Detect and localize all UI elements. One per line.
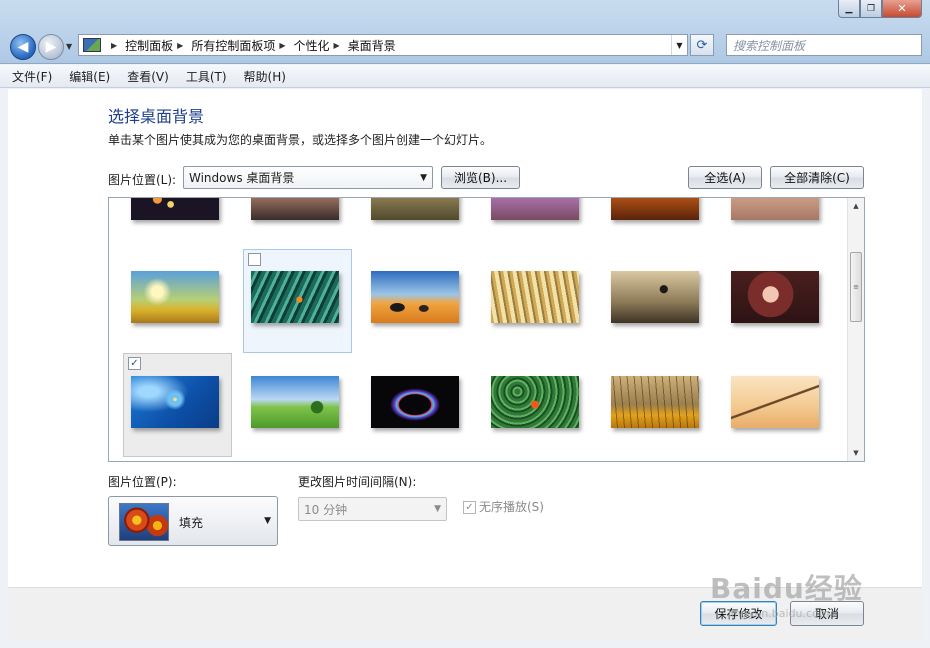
breadcrumb-separator-icon[interactable]: ▶ bbox=[279, 41, 285, 50]
menu-view[interactable]: 查看(V) bbox=[127, 68, 169, 85]
wallpaper-thumbnail[interactable] bbox=[131, 198, 219, 220]
select-all-button[interactable]: 全选(A) bbox=[688, 166, 762, 189]
breadcrumb-separator-icon[interactable]: ▶ bbox=[334, 41, 340, 50]
breadcrumb: ▶ 控制面板 ▶ 所有控制面板项 ▶ 个性化 ▶ 桌面背景 bbox=[107, 37, 396, 54]
search-input[interactable]: 搜索控制面板 bbox=[726, 34, 922, 56]
scroll-up-icon[interactable]: ▲ bbox=[848, 198, 864, 214]
wallpaper-thumbnail[interactable] bbox=[371, 271, 459, 323]
page-subtitle: 单击某个图片使其成为您的桌面背景，或选择多个图片创建一个幻灯片。 bbox=[108, 133, 493, 147]
breadcrumb-all-items[interactable]: 所有控制面板项 bbox=[191, 37, 275, 54]
breadcrumb-separator-icon[interactable]: ▶ bbox=[111, 41, 117, 50]
breadcrumb-control-panel[interactable]: 控制面板 bbox=[125, 37, 173, 54]
wallpaper-thumbnail[interactable] bbox=[131, 271, 219, 323]
wallpaper-thumbnail[interactable] bbox=[611, 198, 699, 220]
close-button[interactable]: ✕ bbox=[882, 0, 922, 18]
back-arrow-icon: ◀ bbox=[17, 39, 29, 55]
wallpaper-thumbnail[interactable] bbox=[131, 376, 219, 428]
title-bar: ▁ ❐ ✕ ◀ ▶ ▼ ▶ 控制面板 ▶ 所有控制面板项 ▶ 个性化 ▶ 桌面背… bbox=[0, 0, 930, 64]
search-placeholder: 搜索控制面板 bbox=[733, 38, 806, 53]
forward-arrow-icon: ▶ bbox=[45, 39, 57, 55]
menu-help[interactable]: 帮助(H) bbox=[244, 68, 286, 85]
baidu-watermark: Baidu经验 jingyan.baidu.com bbox=[710, 545, 890, 620]
wallpaper-thumbnail[interactable] bbox=[731, 271, 819, 323]
wallpaper-thumbnail[interactable] bbox=[251, 376, 339, 428]
back-button[interactable]: ◀ bbox=[10, 34, 36, 60]
wallpaper-thumbnail[interactable] bbox=[491, 271, 579, 323]
menu-file[interactable]: 文件(F) bbox=[12, 68, 52, 85]
menu-edit[interactable]: 编辑(E) bbox=[69, 68, 110, 85]
wallpaper-gallery[interactable]: ✓ ▲ ≡ ▼ bbox=[108, 197, 865, 462]
forward-button[interactable]: ▶ bbox=[38, 34, 64, 60]
wallpaper-thumbnail[interactable] bbox=[251, 198, 339, 220]
chevron-down-icon: ▼ bbox=[434, 504, 441, 514]
browse-button[interactable]: 浏览(B)... bbox=[441, 166, 520, 189]
breadcrumb-personalization[interactable]: 个性化 bbox=[294, 37, 330, 54]
refresh-icon: ⟳ bbox=[696, 37, 708, 53]
interval-label: 更改图片时间间隔(N): bbox=[298, 475, 417, 489]
control-panel-icon bbox=[83, 38, 101, 52]
picture-location-label: 图片位置(L): bbox=[108, 173, 177, 187]
watermark-text: Baidu经验 bbox=[710, 572, 863, 605]
scroll-thumb[interactable]: ≡ bbox=[850, 252, 862, 322]
maximize-button[interactable]: ❐ bbox=[860, 0, 882, 18]
watermark-url: jingyan.baidu.com bbox=[728, 607, 830, 620]
wallpaper-thumbnail[interactable] bbox=[491, 376, 579, 428]
picture-position-label: 图片位置(P): bbox=[108, 475, 177, 489]
main-content: 选择桌面背景 单击某个图片使其成为您的桌面背景，或选择多个图片创建一个幻灯片。 … bbox=[8, 89, 922, 587]
picture-position-value: 填充 bbox=[179, 516, 204, 530]
address-bar[interactable]: ▶ 控制面板 ▶ 所有控制面板项 ▶ 个性化 ▶ 桌面背景 ▼ bbox=[78, 34, 688, 56]
wallpaper-checkbox[interactable]: ✓ bbox=[128, 357, 141, 370]
wallpaper-thumbnail[interactable] bbox=[491, 198, 579, 220]
refresh-button[interactable]: ⟳ bbox=[690, 34, 714, 56]
wallpaper-thumbnail[interactable] bbox=[611, 376, 699, 428]
breadcrumb-separator-icon[interactable]: ▶ bbox=[177, 41, 183, 50]
window-controls: ▁ ❐ ✕ bbox=[838, 0, 922, 18]
picture-location-select[interactable]: Windows 桌面背景 ▼ bbox=[183, 166, 433, 189]
clear-all-button[interactable]: 全部清除(C) bbox=[770, 166, 864, 189]
menu-tools[interactable]: 工具(T) bbox=[186, 68, 227, 85]
wallpaper-thumbnail[interactable] bbox=[731, 376, 819, 428]
wallpaper-thumbnail[interactable] bbox=[251, 271, 339, 323]
breadcrumb-desktop-background[interactable]: 桌面背景 bbox=[348, 37, 396, 54]
scroll-down-icon[interactable]: ▼ bbox=[848, 445, 864, 461]
picture-location-value: Windows 桌面背景 bbox=[189, 171, 295, 185]
shuffle-label: 无序播放(S) bbox=[479, 500, 544, 514]
page-title: 选择桌面背景 bbox=[108, 107, 205, 126]
minimize-button[interactable]: ▁ bbox=[838, 0, 860, 18]
flower-preview-image bbox=[119, 503, 169, 541]
picture-position-select[interactable]: 填充 ▼ bbox=[108, 496, 278, 546]
menu-bar: 文件(F) 编辑(E) 查看(V) 工具(T) 帮助(H) bbox=[0, 65, 930, 88]
chevron-down-icon: ▼ bbox=[420, 172, 427, 183]
interval-value: 10 分钟 bbox=[304, 502, 348, 517]
address-dropdown-icon[interactable]: ▼ bbox=[671, 35, 687, 55]
wallpaper-thumbnail[interactable] bbox=[731, 198, 819, 220]
wallpaper-thumbnail[interactable] bbox=[371, 376, 459, 428]
interval-select[interactable]: 10 分钟 ▼ bbox=[298, 497, 447, 521]
recent-pages-dropdown-icon[interactable]: ▼ bbox=[66, 42, 72, 51]
wallpaper-thumbnail[interactable] bbox=[371, 198, 459, 220]
wallpaper-thumbnail[interactable] bbox=[611, 271, 699, 323]
shuffle-checkbox[interactable]: ✓ bbox=[463, 501, 476, 514]
gallery-scrollbar[interactable]: ▲ ≡ ▼ bbox=[847, 198, 864, 461]
wallpaper-checkbox[interactable] bbox=[248, 253, 261, 266]
chevron-down-icon: ▼ bbox=[264, 516, 271, 526]
